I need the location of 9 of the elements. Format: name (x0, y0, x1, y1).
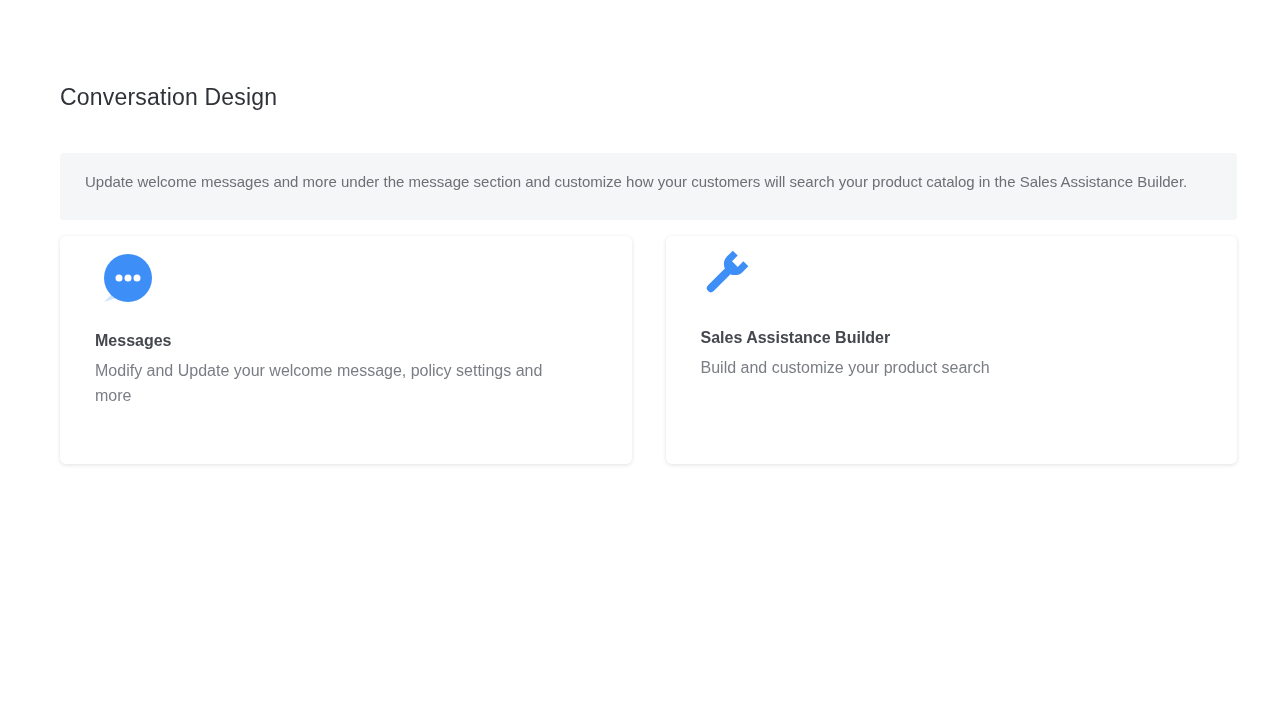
feature-card[interactable]: Sales Assistance Builder Build and customize your product search (665, 236, 1237, 464)
chat-bubble-icon (102, 254, 152, 304)
intro-text: Update welcome messages and more under the message section and customize how your customers will search your product catalog in the Sales Assistance Builder. (85, 172, 1189, 192)
card-title: Messages (95, 332, 173, 350)
feature-card[interactable]: Messages Modify and Update your welcome message, policy settings and more (60, 236, 632, 464)
page-title: Conversation Design (60, 84, 279, 111)
card-description: Modify and Update your welcome message, policy settings and more (95, 361, 544, 406)
card-description: Build and customize your product search (700, 358, 991, 378)
card-title: Sales Assistance Builder (700, 329, 892, 347)
